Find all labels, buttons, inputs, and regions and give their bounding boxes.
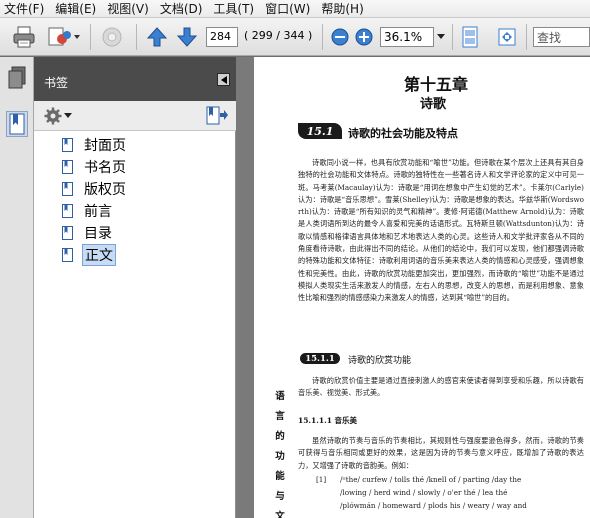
bookmark-item[interactable]: 封面页 bbox=[62, 135, 128, 155]
bookmark-icon bbox=[62, 226, 73, 240]
side-char: 能 bbox=[275, 471, 285, 482]
bookmark-go-icon bbox=[206, 106, 228, 125]
next-page-button[interactable] bbox=[174, 24, 200, 50]
chapter-subtitle: 诗歌 bbox=[420, 97, 447, 112]
arrow-up-icon bbox=[146, 27, 168, 47]
bookmark-icon bbox=[62, 160, 73, 174]
expand-bookmark-button[interactable] bbox=[206, 106, 228, 130]
example-line: /lowing / herd wind / slowly / o'er thé … bbox=[340, 488, 508, 497]
menu-edit[interactable]: 编辑(E) bbox=[51, 0, 103, 17]
body-paragraph: 虽然诗歌的节奏与音乐的节奏相比，其规则性与强度要逊色得多，然而，诗歌的节奏可获得… bbox=[298, 436, 584, 470]
body-paragraph: 诗歌的欣赏价值主要是通过直接刺激人的感官来使读者得到享受和乐趣，所以诗歌有音乐美… bbox=[298, 376, 584, 398]
fit-page-button[interactable] bbox=[458, 24, 482, 50]
subsection-number: 15.1.1 bbox=[300, 353, 340, 364]
bookmarks-nav-button[interactable] bbox=[6, 111, 28, 137]
bookmark-icon bbox=[62, 248, 73, 262]
side-char: 功 bbox=[275, 451, 285, 462]
options-menu-button[interactable] bbox=[44, 107, 72, 125]
gear-icon bbox=[44, 107, 62, 125]
example-line: /ᶦᶦthe/ curfew / tolls thé /knell of / p… bbox=[340, 475, 522, 484]
toolbar: 284 ( 299 / 344 ) 36.1% 查找 bbox=[0, 18, 590, 56]
toolbar-separator bbox=[526, 24, 527, 50]
menu-tools[interactable]: 工具(T) bbox=[209, 0, 261, 17]
bookmark-label: 书名页 bbox=[84, 160, 126, 176]
bookmark-icon bbox=[62, 182, 73, 196]
zoom-out-icon bbox=[331, 28, 349, 46]
menu-bar: 文件(F) 编辑(E) 视图(V) 文档(D) 工具(T) 窗口(W) 帮助(H… bbox=[0, 0, 590, 18]
bookmark-icon bbox=[9, 113, 25, 135]
printer-icon bbox=[13, 26, 35, 48]
side-running-title: 语 言 的 功 能 与 文 bbox=[274, 387, 286, 518]
share-review-icon bbox=[48, 27, 80, 46]
bookmark-item[interactable]: 前言 bbox=[62, 201, 114, 221]
toolbar-separator bbox=[90, 24, 91, 50]
bookmark-item-selected[interactable]: 正文 bbox=[62, 244, 116, 266]
navigation-strip bbox=[0, 57, 34, 518]
bookmark-label: 封面页 bbox=[84, 138, 126, 154]
bookmark-item[interactable]: 书名页 bbox=[62, 157, 128, 177]
pages-icon bbox=[8, 66, 26, 89]
previous-page-button[interactable] bbox=[144, 24, 170, 50]
toolbar-separator bbox=[136, 24, 137, 50]
zoom-dropdown-button[interactable] bbox=[434, 24, 448, 50]
side-char: 文 bbox=[275, 511, 285, 518]
search-input[interactable]: 查找 bbox=[533, 27, 590, 47]
menu-view[interactable]: 视图(V) bbox=[103, 0, 156, 17]
page-count: ( 299 / 344 ) bbox=[244, 29, 313, 42]
document-page[interactable]: 第十五章 诗歌 15.1 诗歌的社会功能及特点 诗歌同小说一样，也具有欣赏功能和… bbox=[254, 57, 590, 518]
bookmark-icon bbox=[62, 204, 73, 218]
zoom-in-button[interactable] bbox=[354, 24, 374, 50]
fit-width-icon bbox=[498, 28, 516, 46]
zoom-out-button[interactable] bbox=[330, 24, 350, 50]
example-line: /plówmán / homeward / plods his / weary … bbox=[340, 501, 527, 510]
chapter-title: 第十五章 bbox=[404, 75, 469, 94]
panel-divider[interactable] bbox=[236, 57, 254, 518]
menu-help[interactable]: 帮助(H) bbox=[317, 0, 370, 17]
print-button[interactable] bbox=[10, 24, 38, 50]
zoom-level-input[interactable]: 36.1% bbox=[380, 27, 434, 47]
bookmark-item[interactable]: 版权页 bbox=[62, 179, 128, 199]
fit-page-icon bbox=[462, 26, 478, 48]
panel-title: 书签 bbox=[44, 76, 69, 90]
menu-document[interactable]: 文档(D) bbox=[156, 0, 210, 17]
chevron-left-icon bbox=[220, 75, 227, 84]
page-number-input[interactable]: 284 bbox=[206, 27, 238, 47]
bookmark-label: 目录 bbox=[84, 226, 112, 242]
disabled-tool-button[interactable] bbox=[98, 24, 126, 50]
body-paragraph: 诗歌同小说一样，也具有欣赏功能和“喻世”功能。但诗歌在某个层次上还具有其自身独特… bbox=[298, 158, 584, 303]
arrow-down-icon bbox=[176, 27, 198, 47]
bookmark-icon bbox=[62, 138, 73, 152]
side-char: 言 bbox=[275, 411, 285, 422]
zoom-in-icon bbox=[355, 28, 373, 46]
subsection-title: 诗歌的欣赏功能 bbox=[348, 356, 412, 366]
bookmarks-panel: 书签 封面页 书名页 版权页 前言 目录 正文 bbox=[34, 57, 236, 518]
fit-width-button[interactable] bbox=[494, 24, 520, 50]
bookmarks-toolbar bbox=[34, 101, 236, 131]
chevron-down-icon bbox=[437, 34, 445, 39]
sub-subsection-title: 15.1.1.1 音乐美 bbox=[298, 416, 358, 425]
pages-nav-button[interactable] bbox=[6, 65, 28, 91]
bookmark-item[interactable]: 目录 bbox=[62, 223, 114, 243]
menu-window[interactable]: 窗口(W) bbox=[261, 0, 317, 17]
bookmark-label: 正文 bbox=[82, 244, 116, 266]
bookmark-label: 版权页 bbox=[84, 182, 126, 198]
gear-disabled-icon bbox=[102, 27, 122, 47]
collapse-panel-button[interactable] bbox=[217, 73, 230, 86]
toolbar-separator bbox=[322, 24, 323, 50]
menu-file[interactable]: 文件(F) bbox=[0, 0, 51, 17]
toolbar-separator bbox=[452, 24, 453, 50]
section-number: 15.1 bbox=[298, 123, 342, 139]
side-char: 语 bbox=[275, 391, 285, 402]
bookmark-label: 前言 bbox=[84, 204, 112, 220]
section-title: 诗歌的社会功能及特点 bbox=[348, 127, 458, 140]
bookmarks-panel-header: 书签 bbox=[34, 57, 236, 101]
side-char: 与 bbox=[275, 491, 285, 502]
example-number: [1] bbox=[316, 475, 327, 484]
chevron-down-icon bbox=[64, 113, 72, 118]
pdf-reader-window: 文件(F) 编辑(E) 视图(V) 文档(D) 工具(T) 窗口(W) 帮助(H… bbox=[0, 0, 590, 518]
collaborate-button[interactable] bbox=[46, 24, 82, 50]
side-char: 的 bbox=[275, 431, 285, 442]
